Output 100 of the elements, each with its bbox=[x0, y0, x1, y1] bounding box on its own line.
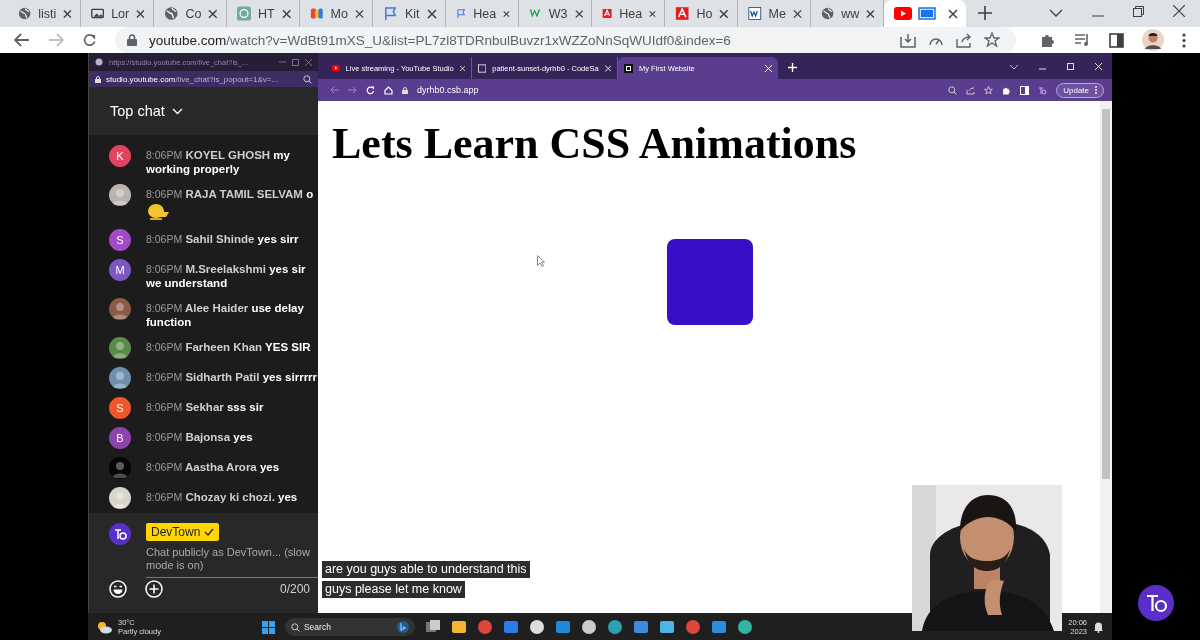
image-icon bbox=[91, 6, 105, 21]
restore-icon[interactable] bbox=[1133, 6, 1144, 17]
zoom-icon[interactable] bbox=[303, 74, 312, 84]
playlist-icon[interactable] bbox=[1074, 33, 1091, 47]
emoji-icon[interactable] bbox=[109, 580, 127, 598]
avatar-icon: M bbox=[109, 259, 131, 281]
chat-message: 8:06PM Chozay ki chozi. yes bbox=[146, 490, 299, 504]
globe-icon bbox=[164, 6, 179, 21]
home-icon[interactable] bbox=[384, 85, 393, 95]
tab-title: listi bbox=[38, 6, 57, 21]
lock-icon bbox=[127, 34, 137, 46]
close-icon[interactable] bbox=[792, 8, 802, 19]
more-icon[interactable] bbox=[1182, 32, 1186, 48]
document-icon bbox=[675, 6, 690, 21]
install-icon[interactable] bbox=[900, 32, 916, 48]
logo-icon bbox=[109, 523, 131, 545]
close-icon[interactable] bbox=[281, 8, 291, 19]
avatar-icon: S bbox=[109, 397, 131, 419]
search-bar[interactable]: Search bbox=[284, 618, 415, 636]
address-field[interactable]: youtube.com/watch?v=WdBt91mXS_U&list=PL7zl8TDRnbulBuvzr1xWZZoNnSqWUIdf0&index=6 bbox=[115, 27, 1016, 53]
start-icon[interactable] bbox=[261, 620, 275, 634]
update-button[interactable]: Update bbox=[1056, 82, 1104, 98]
close-icon[interactable] bbox=[208, 8, 218, 19]
chevron-down-icon[interactable] bbox=[1010, 65, 1018, 70]
document-icon bbox=[602, 6, 613, 21]
avatar-icon: K bbox=[109, 145, 131, 167]
lock-icon bbox=[95, 75, 101, 83]
scrollbar[interactable] bbox=[1100, 101, 1112, 613]
character-counter: 0/200 bbox=[279, 582, 310, 596]
tab-title: Me bbox=[768, 6, 786, 21]
tab-title: Hea bbox=[619, 6, 643, 21]
close-icon[interactable] bbox=[63, 8, 72, 19]
chat-message: 8:06PM Aastha Arora yes bbox=[146, 460, 281, 474]
close-icon[interactable] bbox=[574, 8, 583, 19]
chat-input[interactable]: Chat publicly as DevTown... (slow mode is on) bbox=[146, 545, 318, 578]
globe-icon bbox=[821, 6, 835, 21]
squares-icon bbox=[310, 6, 324, 21]
close-icon[interactable] bbox=[719, 8, 729, 19]
tab-title: W3 bbox=[548, 6, 568, 21]
add-icon[interactable] bbox=[145, 580, 163, 598]
close-icon[interactable] bbox=[503, 8, 510, 19]
browser-icon[interactable] bbox=[684, 619, 701, 635]
square-icon bbox=[624, 63, 633, 73]
extension-icon[interactable] bbox=[1038, 85, 1048, 95]
square-icon bbox=[748, 6, 762, 21]
close-icon[interactable] bbox=[948, 8, 958, 19]
back-icon[interactable] bbox=[330, 86, 339, 94]
close-icon[interactable] bbox=[866, 8, 875, 19]
flag-icon bbox=[383, 6, 398, 21]
store-icon[interactable] bbox=[502, 619, 519, 635]
flower-icon bbox=[237, 6, 251, 21]
lock-icon bbox=[402, 86, 408, 94]
side-panel-icon[interactable] bbox=[1109, 32, 1124, 48]
weather-icon bbox=[96, 620, 112, 634]
folder-icon[interactable] bbox=[450, 619, 467, 635]
star-icon[interactable] bbox=[984, 32, 1000, 48]
logo-icon bbox=[1138, 585, 1174, 621]
search-field[interactable]: Search bbox=[303, 622, 393, 632]
chat-message: 8:06PM Sahil Shinde yes sirr bbox=[146, 232, 300, 246]
video-play-icon bbox=[894, 7, 912, 20]
chat-message: 8:06PM KOYEL GHOSH my working properly bbox=[146, 148, 291, 176]
close-icon[interactable] bbox=[649, 8, 656, 19]
files-icon[interactable] bbox=[424, 619, 441, 635]
zoom-icon[interactable] bbox=[948, 85, 958, 95]
browser-tab[interactable] bbox=[884, 0, 966, 27]
globe-icon bbox=[95, 58, 103, 66]
chat-message: 8:06PM M.Sreelakshmi yes sir we understand bbox=[146, 262, 307, 290]
check-icon bbox=[204, 528, 215, 536]
tab-title: Lor bbox=[111, 6, 130, 21]
reload-icon[interactable] bbox=[366, 85, 375, 95]
close-icon[interactable] bbox=[427, 8, 437, 19]
close-icon[interactable] bbox=[136, 8, 145, 19]
chevron-down-icon[interactable] bbox=[1049, 9, 1063, 17]
back-icon[interactable] bbox=[14, 33, 30, 47]
screen-icon bbox=[918, 7, 936, 20]
tab-title: Kit bbox=[405, 6, 420, 21]
reload-icon[interactable] bbox=[82, 32, 97, 48]
globe-icon[interactable] bbox=[606, 619, 623, 635]
square-icon bbox=[478, 63, 487, 73]
puzzle-icon[interactable] bbox=[1002, 85, 1012, 95]
tab-title: HT bbox=[258, 6, 275, 21]
puzzle-icon[interactable] bbox=[1040, 32, 1056, 48]
bell-icon[interactable] bbox=[1093, 621, 1104, 633]
close-icon[interactable] bbox=[1173, 5, 1185, 17]
video-play-icon bbox=[332, 64, 340, 72]
forward-icon[interactable] bbox=[348, 86, 357, 94]
close-icon[interactable] bbox=[354, 8, 364, 19]
share-icon[interactable] bbox=[966, 85, 976, 95]
tab-title: Mo bbox=[330, 6, 348, 21]
chat-message: 8:06PM Farheen Khan YES SIR bbox=[146, 340, 312, 354]
chat-message: 8:06PM RAJA TAMIL SELVAM o bbox=[146, 187, 315, 201]
browser-icon[interactable] bbox=[476, 619, 493, 635]
chat-mode-label[interactable]: Top chat bbox=[110, 103, 165, 119]
channel-badge: DevTown bbox=[146, 523, 220, 541]
tab-title: Co bbox=[185, 6, 202, 21]
chat-message: 8:06PM Bajonsa yes bbox=[146, 430, 254, 444]
avatar-icon[interactable] bbox=[1142, 29, 1164, 51]
avatar-icon: S bbox=[109, 229, 131, 251]
bing-icon bbox=[396, 621, 409, 633]
share-icon[interactable] bbox=[956, 32, 972, 48]
